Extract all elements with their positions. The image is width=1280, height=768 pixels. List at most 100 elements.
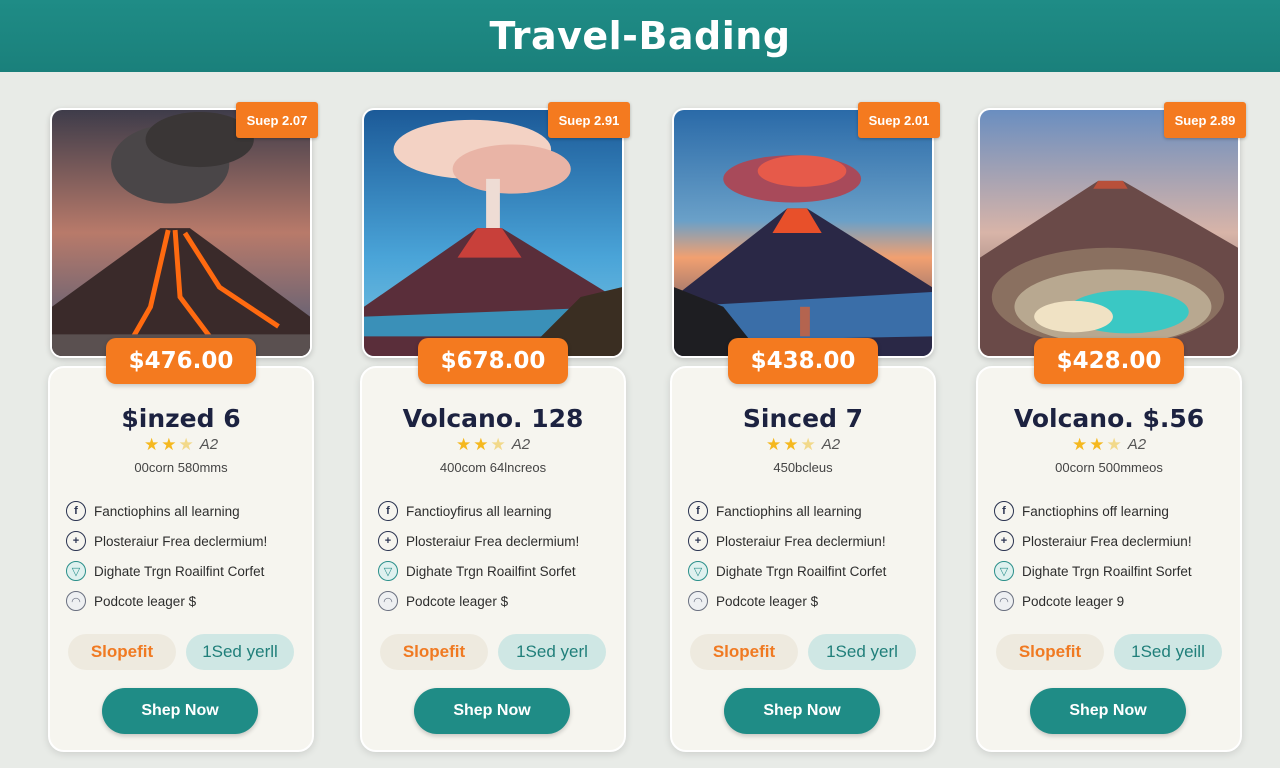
tag-button-right[interactable]: 1Sed yerll bbox=[186, 634, 294, 670]
feature-item: ▽ Dighate Trgn Roailfint Sorfet bbox=[994, 556, 1234, 586]
rating: ★ ★ ★ A2 bbox=[670, 436, 936, 453]
rating-text: A2 bbox=[511, 436, 531, 453]
plus-icon: + bbox=[66, 531, 86, 551]
feature-item: f Fanctiophins all learning bbox=[66, 496, 306, 526]
feature-list: f Fanctiophins off learning + Plosteraiur … bbox=[994, 496, 1234, 616]
feature-text: Plosteraiur Frea declermium! bbox=[406, 533, 580, 549]
product-card[interactable]: Suep 2.89 $428.00 Volcano. $.56 ★ ★ ★ A2 0… bbox=[976, 102, 1246, 752]
tag-row: Slopefit 1Sed yerl bbox=[380, 634, 606, 670]
card-subtitle: 400com 64lncreos bbox=[439, 460, 547, 475]
shop-now-button[interactable]: Shep Now bbox=[724, 688, 880, 734]
star-icon: ★ bbox=[1106, 435, 1122, 454]
cloud-icon: ◠ bbox=[378, 591, 398, 611]
feature-item: + Plosteraiur Frea declermiun! bbox=[994, 526, 1234, 556]
feature-text: Podcote leager 9 bbox=[1022, 593, 1125, 609]
star-icon: ★ bbox=[473, 435, 489, 454]
star-icon: ★ bbox=[1089, 435, 1105, 454]
card-title: Volcano. 128 bbox=[402, 404, 584, 433]
price-tag: $438.00 bbox=[728, 338, 878, 384]
plus-icon: + bbox=[378, 531, 398, 551]
rating: ★ ★ ★ A2 bbox=[48, 436, 314, 453]
shield-icon: ▽ bbox=[688, 561, 708, 581]
star-icon: ★ bbox=[783, 435, 799, 454]
feature-item: f Fanctiophins off learning bbox=[994, 496, 1234, 526]
shop-now-button[interactable]: Shep Now bbox=[1030, 688, 1186, 734]
star-icon: ★ bbox=[765, 435, 782, 454]
volcano-photo[interactable] bbox=[978, 108, 1240, 358]
plus-icon: + bbox=[688, 531, 708, 551]
star-icon: ★ bbox=[143, 435, 160, 454]
volcano-photo[interactable] bbox=[50, 108, 312, 358]
info-icon: f bbox=[66, 501, 86, 521]
feature-text: Plosteraiur Frea declermiun! bbox=[716, 533, 886, 549]
volcano-photo[interactable] bbox=[672, 108, 934, 358]
feature-item: ◠ Podcote leager $ bbox=[688, 586, 928, 616]
feature-item: + Plosteraiur Frea declermiun! bbox=[688, 526, 928, 556]
price-tag: $678.00 bbox=[418, 338, 568, 384]
feature-item: f Fanctiophins all learning bbox=[688, 496, 928, 526]
shield-icon: ▽ bbox=[378, 561, 398, 581]
product-card[interactable]: Suep 2.07 $476.00 $inzed 6 ★ ★ ★ A2 00corn… bbox=[48, 102, 318, 752]
date-badge: Suep 2.91 bbox=[548, 102, 630, 138]
product-card[interactable]: Suep 2.01 $438.00 Sinced 7 ★ ★ ★ A2 450bcl… bbox=[670, 102, 940, 752]
tag-button-right[interactable]: 1Sed yeill bbox=[1114, 634, 1222, 670]
feature-text: Plosteraiur Frea declermiun! bbox=[1022, 533, 1192, 549]
tag-row: Slopefit 1Sed yeill bbox=[996, 634, 1222, 670]
cloud-icon: ◠ bbox=[994, 591, 1014, 611]
tag-button-right[interactable]: 1Sed yerl bbox=[808, 634, 916, 670]
card-subtitle: 00corn 580mms bbox=[134, 460, 228, 475]
rating: ★ ★ ★ A2 bbox=[360, 436, 626, 453]
card-subtitle: 00corn 500mmeos bbox=[1055, 460, 1163, 475]
info-icon: f bbox=[378, 501, 398, 521]
date-badge: Suep 2.07 bbox=[236, 102, 318, 138]
star-icon: ★ bbox=[455, 435, 472, 454]
volcano-photo[interactable] bbox=[362, 108, 624, 358]
card-title: Volcano. $.56 bbox=[1013, 404, 1205, 433]
feature-item: f Fanctioyfirus all learning bbox=[378, 496, 618, 526]
price-tag: $476.00 bbox=[106, 338, 256, 384]
feature-text: Dighate Trgn Roailfint Sorfet bbox=[406, 563, 576, 579]
page-title: Travel-Bading bbox=[489, 14, 791, 58]
feature-text: Fanctiophins off learning bbox=[1022, 503, 1169, 519]
feature-item: ◠ Podcote leager $ bbox=[66, 586, 306, 616]
tag-row: Slopefit 1Sed yerl bbox=[690, 634, 916, 670]
feature-text: Dighate Trgn Roailfint Corfet bbox=[94, 563, 265, 579]
rating-text: A2 bbox=[199, 436, 219, 453]
tag-button-left[interactable]: Slopefit bbox=[996, 634, 1104, 670]
cloud-icon: ◠ bbox=[688, 591, 708, 611]
feature-item: ◠ Podcote leager $ bbox=[378, 586, 618, 616]
star-icon: ★ bbox=[490, 435, 506, 454]
feature-text: Fanctioyfirus all learning bbox=[406, 503, 552, 519]
feature-text: Podcote leager $ bbox=[406, 593, 509, 609]
shop-now-button[interactable]: Shep Now bbox=[414, 688, 570, 734]
page-header: Travel-Bading bbox=[0, 0, 1280, 72]
info-icon: f bbox=[688, 501, 708, 521]
price-tag: $428.00 bbox=[1034, 338, 1184, 384]
feature-text: Fanctiophins all learning bbox=[716, 503, 862, 519]
date-badge: Suep 2.01 bbox=[858, 102, 940, 138]
feature-list: f Fanctiophins all learning + Plosteraiur … bbox=[66, 496, 306, 616]
rating-text: A2 bbox=[821, 436, 841, 453]
tag-button-left[interactable]: Slopefit bbox=[68, 634, 176, 670]
date-badge: Suep 2.89 bbox=[1164, 102, 1246, 138]
feature-list: f Fanctiophins all learning + Plosteraiur … bbox=[688, 496, 928, 616]
feature-text: Podcote leager $ bbox=[716, 593, 819, 609]
info-icon: f bbox=[994, 501, 1014, 521]
tag-button-left[interactable]: Slopefit bbox=[690, 634, 798, 670]
feature-list: f Fanctioyfirus all learning + Plosteraiur… bbox=[378, 496, 618, 616]
plus-icon: + bbox=[994, 531, 1014, 551]
rating: ★ ★ ★ A2 bbox=[976, 436, 1242, 453]
card-title: Sinced 7 bbox=[742, 404, 864, 433]
product-card[interactable]: Suep 2.91 $678.00 Volcano. 128 ★ ★ ★ A2 40… bbox=[360, 102, 630, 752]
tag-button-left[interactable]: Slopefit bbox=[380, 634, 488, 670]
rating-text: A2 bbox=[1127, 436, 1147, 453]
feature-text: Dighate Trgn Roailfint Sorfet bbox=[1022, 563, 1192, 579]
feature-text: Fanctiophins all learning bbox=[94, 503, 240, 519]
shield-icon: ▽ bbox=[994, 561, 1014, 581]
tag-row: Slopefit 1Sed yerll bbox=[68, 634, 294, 670]
feature-text: Podcote leager $ bbox=[94, 593, 197, 609]
shop-now-button[interactable]: Shep Now bbox=[102, 688, 258, 734]
feature-text: Dighate Trgn Roailfint Corfet bbox=[716, 563, 887, 579]
tag-button-right[interactable]: 1Sed yerl bbox=[498, 634, 606, 670]
feature-item: ▽ Dighate Trgn Roailfint Sorfet bbox=[378, 556, 618, 586]
